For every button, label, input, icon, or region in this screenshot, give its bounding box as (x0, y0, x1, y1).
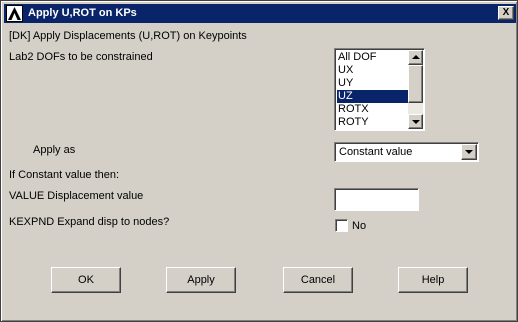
kexpnd-label: KEXPND Expand disp to nodes? (9, 216, 170, 228)
ok-button[interactable]: OK (51, 267, 121, 293)
close-button[interactable]: X (498, 6, 514, 20)
chevron-down-icon (465, 150, 473, 154)
dof-list-items: All DOF UX UY UZ ROTX ROTY (337, 51, 410, 129)
cancel-button[interactable]: Cancel (283, 267, 353, 293)
scroll-down-button[interactable] (408, 114, 423, 129)
dof-listbox[interactable]: All DOF UX UY UZ ROTX ROTY (334, 48, 425, 131)
apply-as-value: Constant value (339, 146, 413, 158)
apply-as-label: Apply as (33, 144, 76, 156)
arrow-up-icon (412, 55, 420, 59)
help-button[interactable]: Help (398, 267, 468, 293)
constant-value-heading: If Constant value then: (9, 169, 120, 181)
displacement-value-input[interactable] (334, 188, 419, 211)
expand-disp-checkbox[interactable] (335, 219, 348, 232)
dof-scrollbar[interactable] (408, 50, 423, 129)
dropdown-button[interactable] (461, 144, 477, 160)
lab2-label: Lab2 DOFs to be constrained (9, 51, 153, 63)
close-icon: X (502, 7, 510, 18)
arrow-down-icon (412, 120, 420, 124)
value-label: VALUE Displacement value (9, 190, 144, 202)
ansys-logo-icon (6, 5, 23, 22)
dof-list-item[interactable]: UZ (337, 90, 410, 103)
dof-list-item[interactable]: All DOF (337, 51, 410, 64)
dof-list-item[interactable]: ROTX (337, 103, 410, 116)
dof-list-item[interactable]: UX (337, 64, 410, 77)
dof-list-item[interactable]: UY (337, 77, 410, 90)
command-description: [DK] Apply Displacements (U,ROT) on Keyp… (9, 30, 247, 42)
checkbox-label: No (352, 220, 367, 232)
apply-button[interactable]: Apply (166, 267, 236, 293)
apply-as-dropdown[interactable]: Constant value (334, 142, 479, 162)
scroll-up-button[interactable] (408, 50, 423, 65)
window-title: Apply U,ROT on KPs (28, 7, 137, 19)
scroll-thumb[interactable] (408, 65, 423, 103)
title-bar[interactable]: Apply U,ROT on KPs X (4, 4, 516, 23)
apply-urot-dialog: Apply U,ROT on KPs X [DK] Apply Displace… (0, 0, 518, 322)
dof-list-item[interactable]: ROTY (337, 116, 410, 129)
